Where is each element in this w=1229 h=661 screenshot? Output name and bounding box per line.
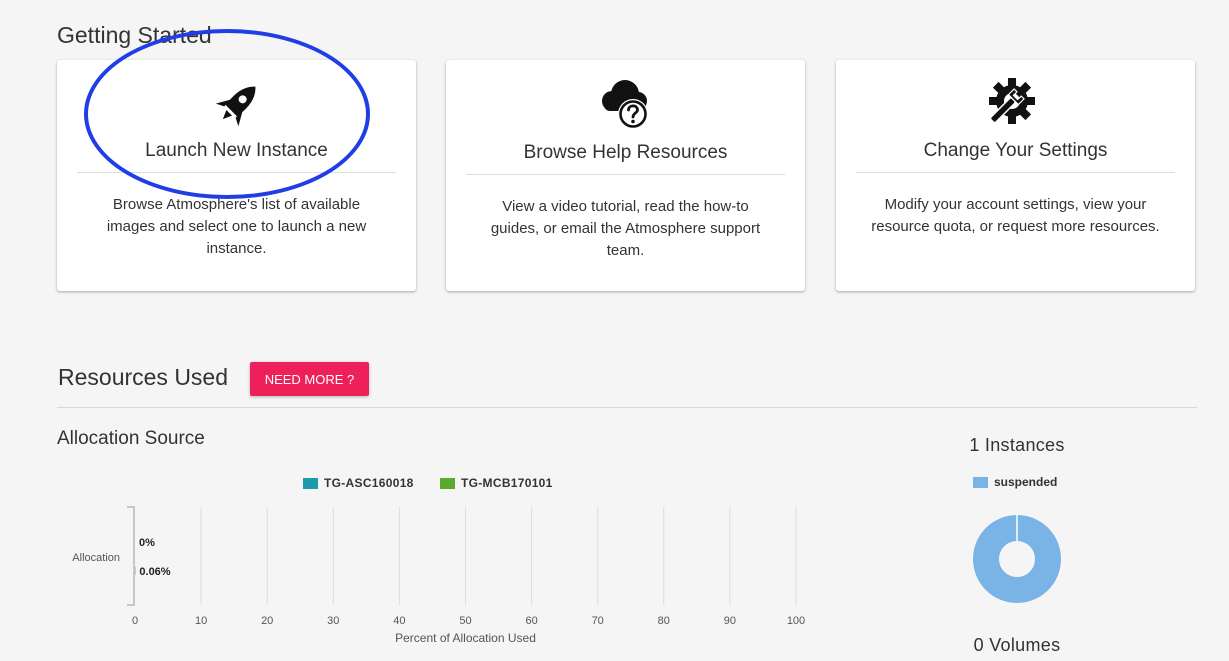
y-axis-line <box>127 506 135 606</box>
x-tick-label: 90 <box>724 615 736 627</box>
instances-title: 1 Instances <box>969 435 1065 455</box>
instances-legend: suspended <box>973 475 1057 489</box>
x-tick-label: 10 <box>195 615 207 627</box>
x-tick-label: 80 <box>658 615 670 627</box>
x-tick-label: 40 <box>393 615 405 627</box>
x-axis-title: Percent of Allocation Used <box>395 631 536 645</box>
x-tick-label: 20 <box>261 615 273 627</box>
volumes-title: 0 Volumes <box>973 635 1061 655</box>
instances-legend-label: suspended <box>994 475 1058 489</box>
y-category-label: Allocation <box>72 552 120 564</box>
gear-wrench-icon <box>836 78 1195 132</box>
change-settings-card[interactable]: Change Your Settings Modify your account… <box>836 60 1195 291</box>
x-tick-label: 100 <box>787 615 805 627</box>
change-settings-description: Modify your account settings, view your … <box>871 196 1160 235</box>
x-tick-label: 0 <box>132 615 138 627</box>
x-tick-label: 30 <box>327 615 339 627</box>
instances-donut-chart <box>973 515 1061 603</box>
x-tick-label: 60 <box>525 615 537 627</box>
instances-legend-swatch <box>973 476 988 488</box>
x-tick-label: 50 <box>459 615 471 627</box>
change-settings-title: Change Your Settings <box>856 140 1175 173</box>
allocation-chart: 0 10 20 30 40 50 60 70 80 90 100 Allocation 0% 0.06% P… <box>72 506 805 645</box>
x-tick-label: 70 <box>592 615 604 627</box>
data-label-2: 0.06% <box>139 566 170 578</box>
data-label-1: 0% <box>139 537 155 549</box>
